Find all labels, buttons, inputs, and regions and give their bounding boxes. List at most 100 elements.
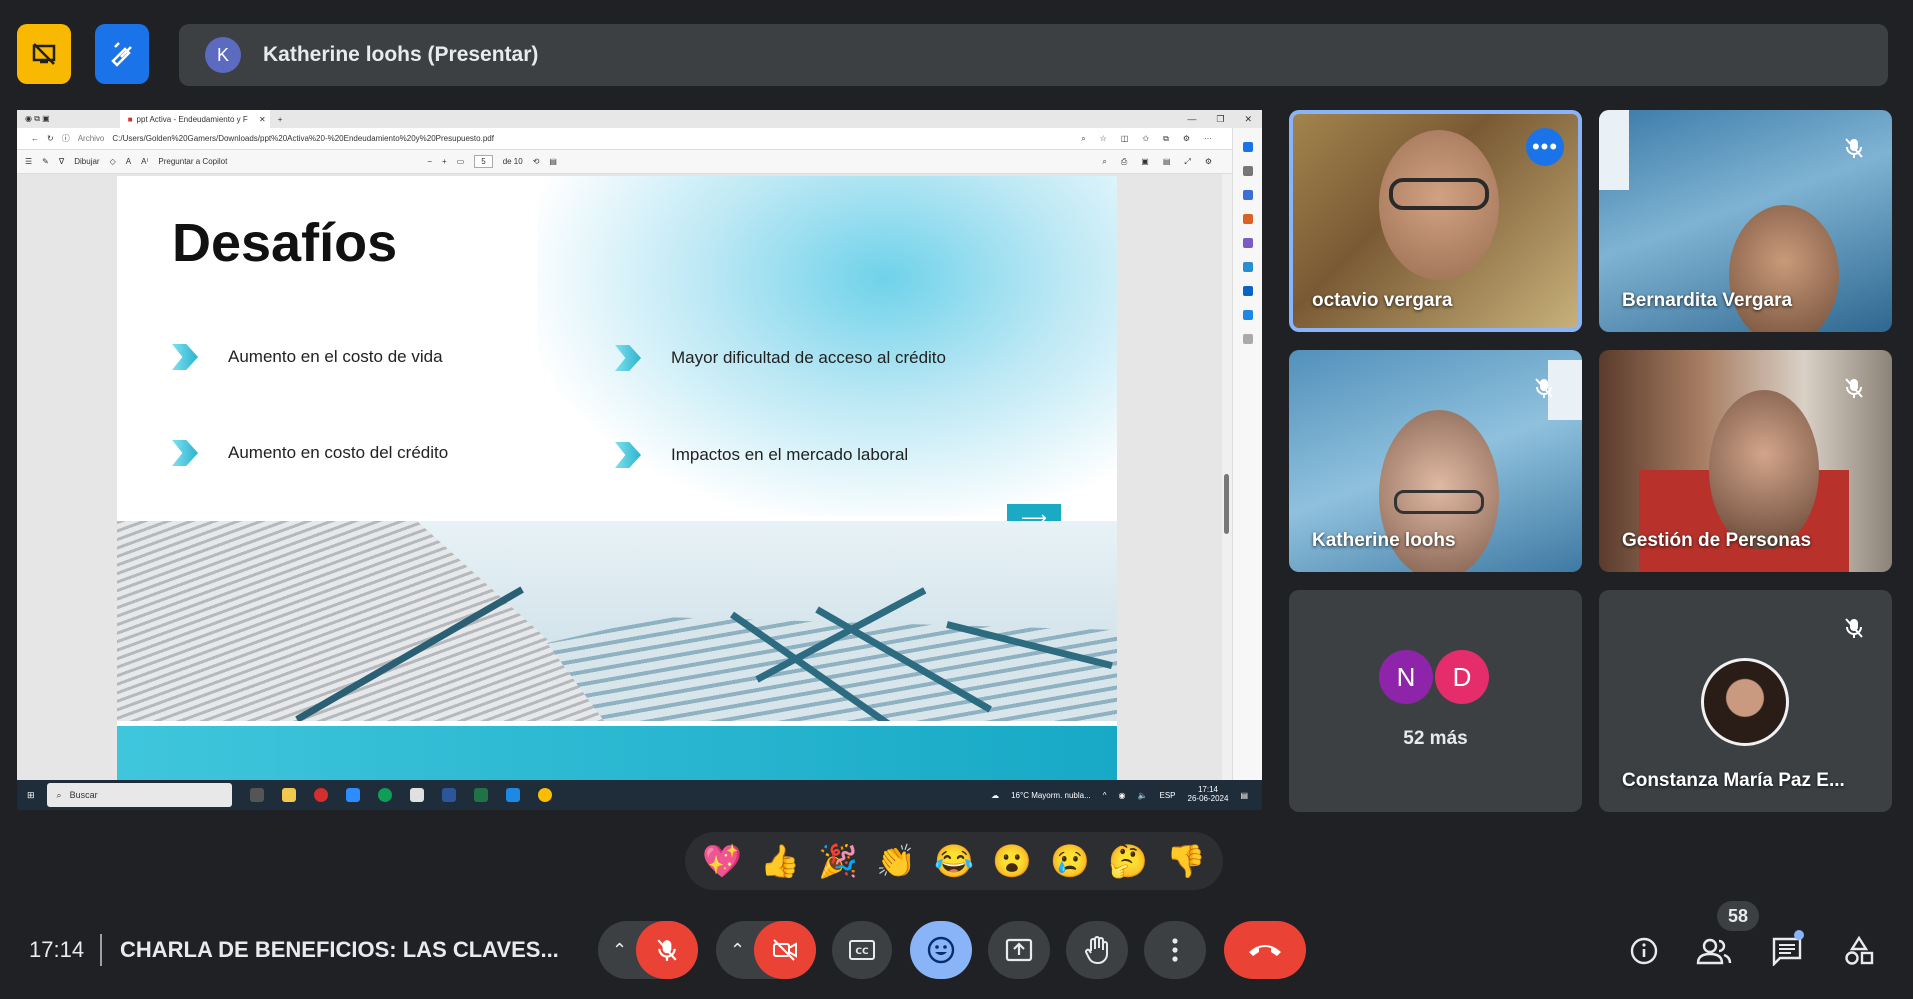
split-view-icon[interactable]: ◫	[1121, 134, 1129, 144]
more-options-button[interactable]	[1144, 921, 1206, 979]
reaction-surprised[interactable]: 😮	[992, 842, 1032, 880]
restore-icon[interactable]: ❐	[1216, 114, 1224, 125]
add-side-icon[interactable]	[1242, 334, 1253, 344]
favorites-icon[interactable]: ✩	[1142, 134, 1149, 144]
scroll-thumb[interactable]	[1224, 474, 1229, 534]
reload-icon[interactable]: ↻	[47, 134, 54, 143]
page-number-input[interactable]: 5	[474, 155, 493, 168]
presentation-off-button[interactable]	[17, 24, 71, 84]
collections-icon[interactable]: ⧉	[1163, 134, 1169, 144]
participant-tile[interactable]: Bernardita Vergara	[1599, 110, 1892, 332]
task-view-icon[interactable]	[249, 788, 264, 802]
rotate-icon[interactable]: ⟲	[533, 157, 540, 166]
reaction-laugh[interactable]: 😂	[934, 842, 974, 880]
save-icon[interactable]: ▣	[1141, 157, 1149, 167]
designer-icon[interactable]	[1242, 310, 1253, 320]
close-window-icon[interactable]: ✕	[1244, 114, 1252, 125]
pdf-scrollbar[interactable]	[1222, 174, 1232, 780]
back-icon[interactable]: ←	[31, 134, 39, 143]
search-pdf-icon[interactable]: ⌕	[1102, 157, 1106, 167]
chrome-icon[interactable]	[537, 788, 552, 802]
whiteboard-app-button[interactable]	[95, 24, 149, 84]
zoom-app-icon[interactable]	[345, 788, 360, 802]
reaction-clap[interactable]: 👏	[876, 842, 916, 880]
fullscreen-icon[interactable]: ⤢	[1184, 157, 1190, 167]
eraser-icon[interactable]: ◇	[110, 157, 116, 166]
mic-toggle-button[interactable]	[636, 921, 698, 979]
page-view-icon[interactable]: ▤	[549, 157, 557, 166]
notification-icon[interactable]: ▤	[1240, 791, 1248, 800]
tag-icon[interactable]	[1242, 190, 1253, 200]
language-label[interactable]: ESP	[1160, 791, 1176, 800]
file-explorer-icon[interactable]	[281, 788, 296, 802]
new-tab-icon[interactable]: +	[278, 115, 283, 124]
extensions-icon[interactable]: ⚙	[1183, 134, 1190, 144]
outlook-icon[interactable]	[1242, 286, 1253, 296]
meeting-details-button[interactable]	[1623, 930, 1665, 972]
zoom-icon[interactable]: ⌕	[1081, 134, 1085, 144]
copilot-label[interactable]: Preguntar a Copilot	[158, 157, 227, 166]
present-button[interactable]	[988, 921, 1050, 979]
taskbar-search[interactable]: ⌕ Buscar	[46, 783, 232, 807]
network-icon[interactable]: ◉	[1119, 791, 1126, 800]
raise-hand-button[interactable]	[1066, 921, 1128, 979]
participant-tile[interactable]: Katherine loohs	[1289, 350, 1582, 572]
camera-toggle-button[interactable]	[754, 921, 816, 979]
shopping-icon[interactable]	[1242, 214, 1253, 224]
reactions-button[interactable]	[910, 921, 972, 979]
reaction-heart[interactable]: 💖	[702, 842, 742, 880]
excel-icon[interactable]	[473, 788, 488, 802]
participant-tile[interactable]: Gestión de Personas	[1599, 350, 1892, 572]
zoom-out-icon[interactable]: −	[427, 157, 432, 166]
opera-icon[interactable]	[313, 788, 328, 802]
minimize-icon[interactable]: —	[1187, 114, 1196, 125]
mic-options-chevron-icon[interactable]: ⌃	[612, 940, 627, 961]
favorite-star-icon[interactable]: ☆	[1100, 134, 1107, 144]
reaction-sad[interactable]: 😢	[1050, 842, 1090, 880]
participant-tile[interactable]: ••• octavio vergara	[1289, 110, 1582, 332]
text-icon[interactable]: A	[126, 157, 131, 166]
people-button[interactable]	[1693, 930, 1735, 972]
fit-page-icon[interactable]: ▭	[457, 157, 465, 166]
reaction-thumbs-up[interactable]: 👍	[760, 842, 800, 880]
windows-start-icon[interactable]: ⊞	[27, 790, 35, 801]
chat-button[interactable]	[1766, 930, 1808, 972]
browser-profile-icon[interactable]: ◉ ⧉ ▣	[25, 114, 50, 124]
captions-button[interactable]: CC	[832, 921, 892, 979]
reaction-party[interactable]: 🎉	[818, 842, 858, 880]
others-tile[interactable]: N D 52 más	[1289, 590, 1582, 812]
leave-call-button[interactable]	[1224, 921, 1306, 979]
reaction-thinking[interactable]: 🤔	[1108, 842, 1148, 880]
word-icon[interactable]	[441, 788, 456, 802]
print-icon[interactable]: ⎙	[1121, 157, 1127, 167]
activities-button[interactable]	[1838, 930, 1880, 972]
office-icon[interactable]	[1242, 262, 1253, 272]
tab-close-icon[interactable]: ✕	[259, 115, 270, 124]
read-aloud-icon[interactable]: A⁾	[141, 157, 148, 166]
onedrive-icon[interactable]	[505, 788, 520, 802]
reaction-thumbs-down[interactable]: 👎	[1166, 842, 1206, 880]
camera-options-chevron-icon[interactable]: ⌃	[730, 940, 745, 961]
more-options-icon[interactable]: •••	[1526, 128, 1564, 166]
address-url[interactable]: C:/Users/Golden%20Gamers/Downloads/ppt%2…	[112, 134, 494, 143]
zoom-in-icon[interactable]: +	[442, 157, 447, 166]
weather-text[interactable]: 16°C Mayorm. nubla...	[1011, 791, 1091, 800]
participant-tile[interactable]: Constanza María Paz E...	[1599, 590, 1892, 812]
edge-icon[interactable]	[377, 788, 392, 802]
settings-icon[interactable]: ⚙	[1205, 157, 1212, 167]
games-icon[interactable]	[1242, 238, 1253, 248]
browser-tab[interactable]: ■ ppt Activa - Endeudamiento y F ✕	[119, 110, 270, 128]
tray-clock[interactable]: 17:14 26-06-2024	[1188, 785, 1229, 804]
tray-chevron-icon[interactable]: ^	[1103, 791, 1107, 800]
search-side-icon[interactable]	[1242, 166, 1253, 176]
bullet-text: Mayor dificultad de acceso al crédito	[671, 348, 946, 367]
draw-label[interactable]: Dibujar	[74, 157, 99, 166]
highlight-icon[interactable]: ✎	[42, 157, 49, 166]
save-as-icon[interactable]: ▤	[1163, 157, 1171, 167]
volume-icon[interactable]: 🔈	[1138, 791, 1148, 800]
contents-icon[interactable]: ☰	[25, 157, 32, 166]
menu-dots-icon[interactable]: ···	[1204, 134, 1212, 144]
copilot-icon[interactable]	[1242, 142, 1253, 152]
store-icon[interactable]	[409, 788, 424, 802]
draw-icon[interactable]: ∇	[59, 157, 64, 166]
